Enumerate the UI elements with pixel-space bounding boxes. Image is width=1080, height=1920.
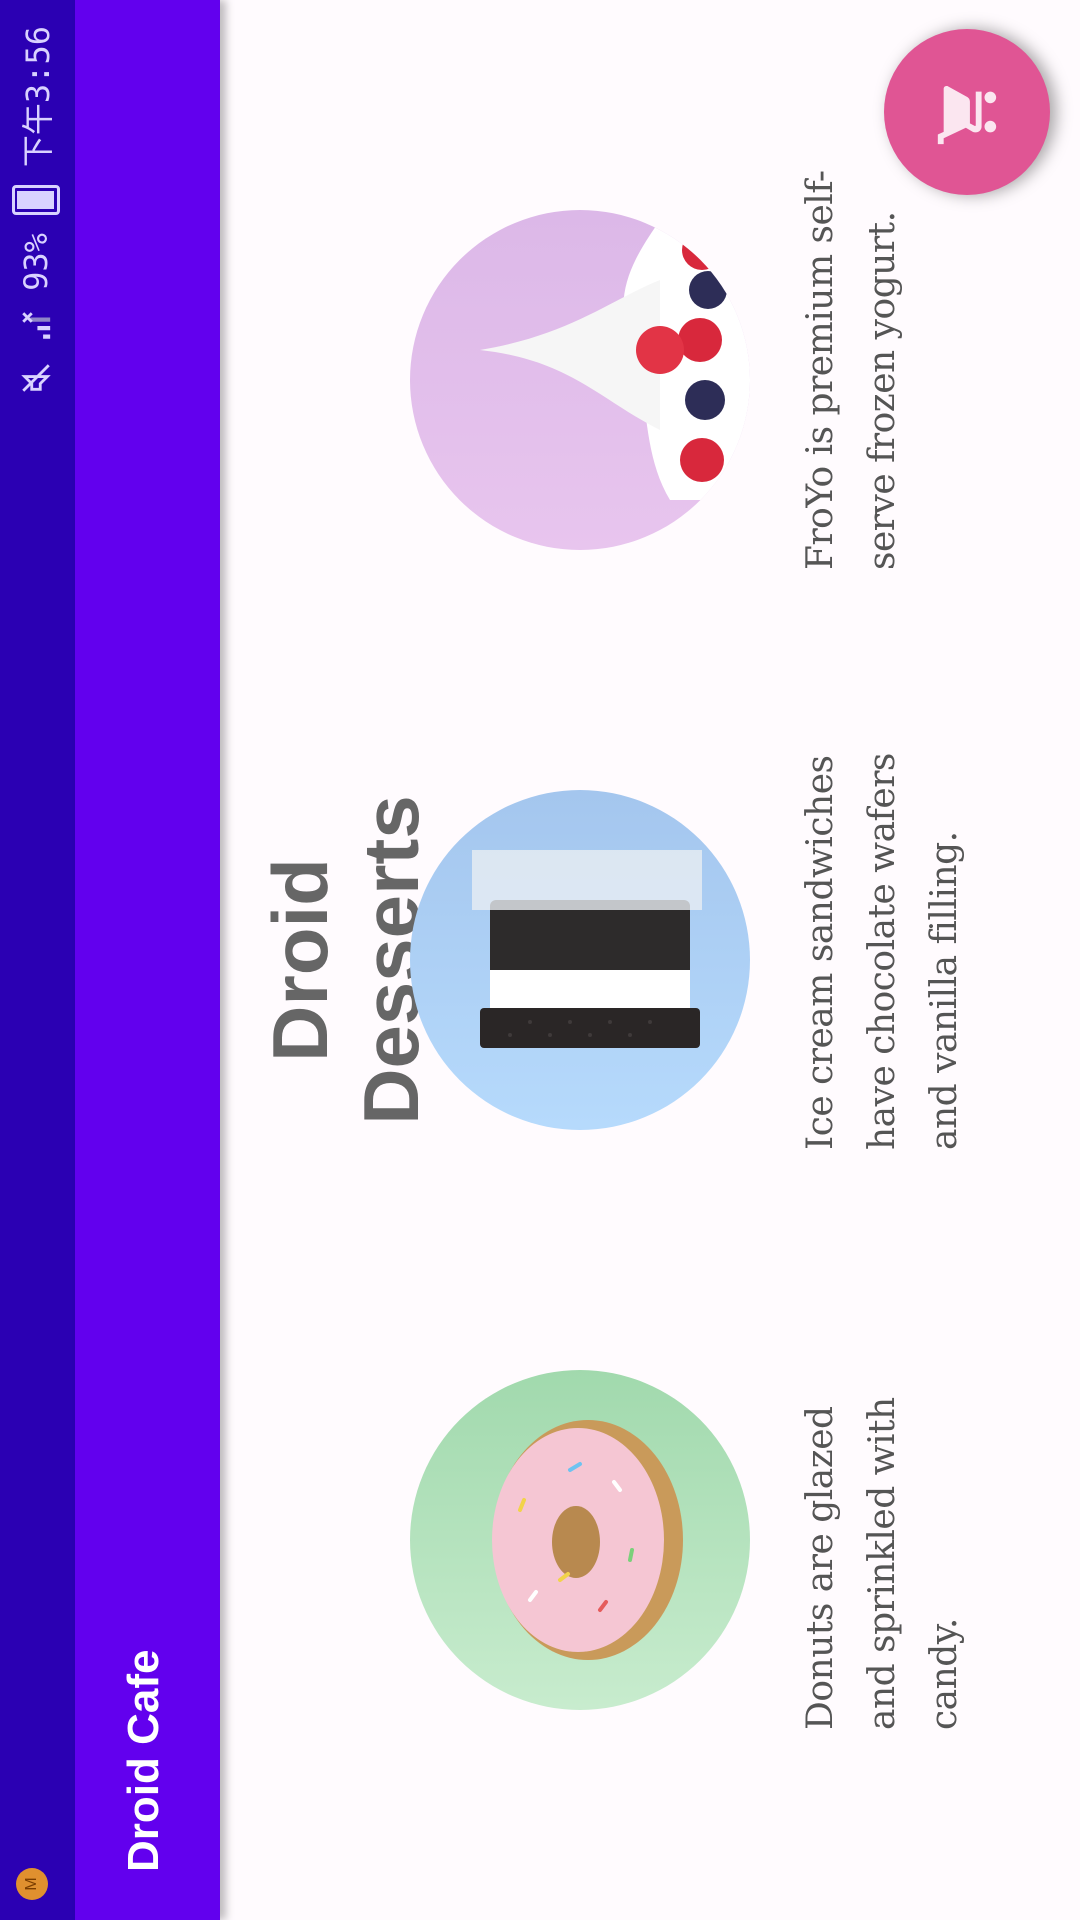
ice-cream-sandwich-image[interactable]	[410, 790, 750, 1130]
status-bar: M 93% 下午3:56	[0, 0, 75, 1920]
signal-icon	[22, 312, 51, 339]
app-title: Droid Cafe	[119, 1649, 168, 1872]
mute-icon	[21, 364, 51, 392]
donut-description: Donuts are glazed and sprinkled with can…	[800, 1397, 965, 1730]
status-time: 下午3:56	[19, 26, 57, 168]
screen-content: M 93% 下午3:56 Droid Cafe Droid Desserts D…	[0, 0, 1080, 1920]
froyo-description: FroYo is premium self-serve frozen yogur…	[800, 170, 903, 570]
notification-app-icon: M	[16, 1868, 48, 1900]
shopping-cart-icon	[937, 86, 997, 145]
battery-percent: 93%	[17, 233, 55, 291]
battery-icon	[12, 185, 60, 216]
cart-fab-button[interactable]	[884, 29, 1050, 195]
ice-cream-sandwich-description: Ice cream sandwiches have chocolate wafe…	[800, 753, 965, 1150]
donut-image[interactable]	[410, 1370, 750, 1710]
app-bar: Droid Cafe	[75, 0, 220, 1920]
froyo-image[interactable]	[410, 210, 750, 550]
